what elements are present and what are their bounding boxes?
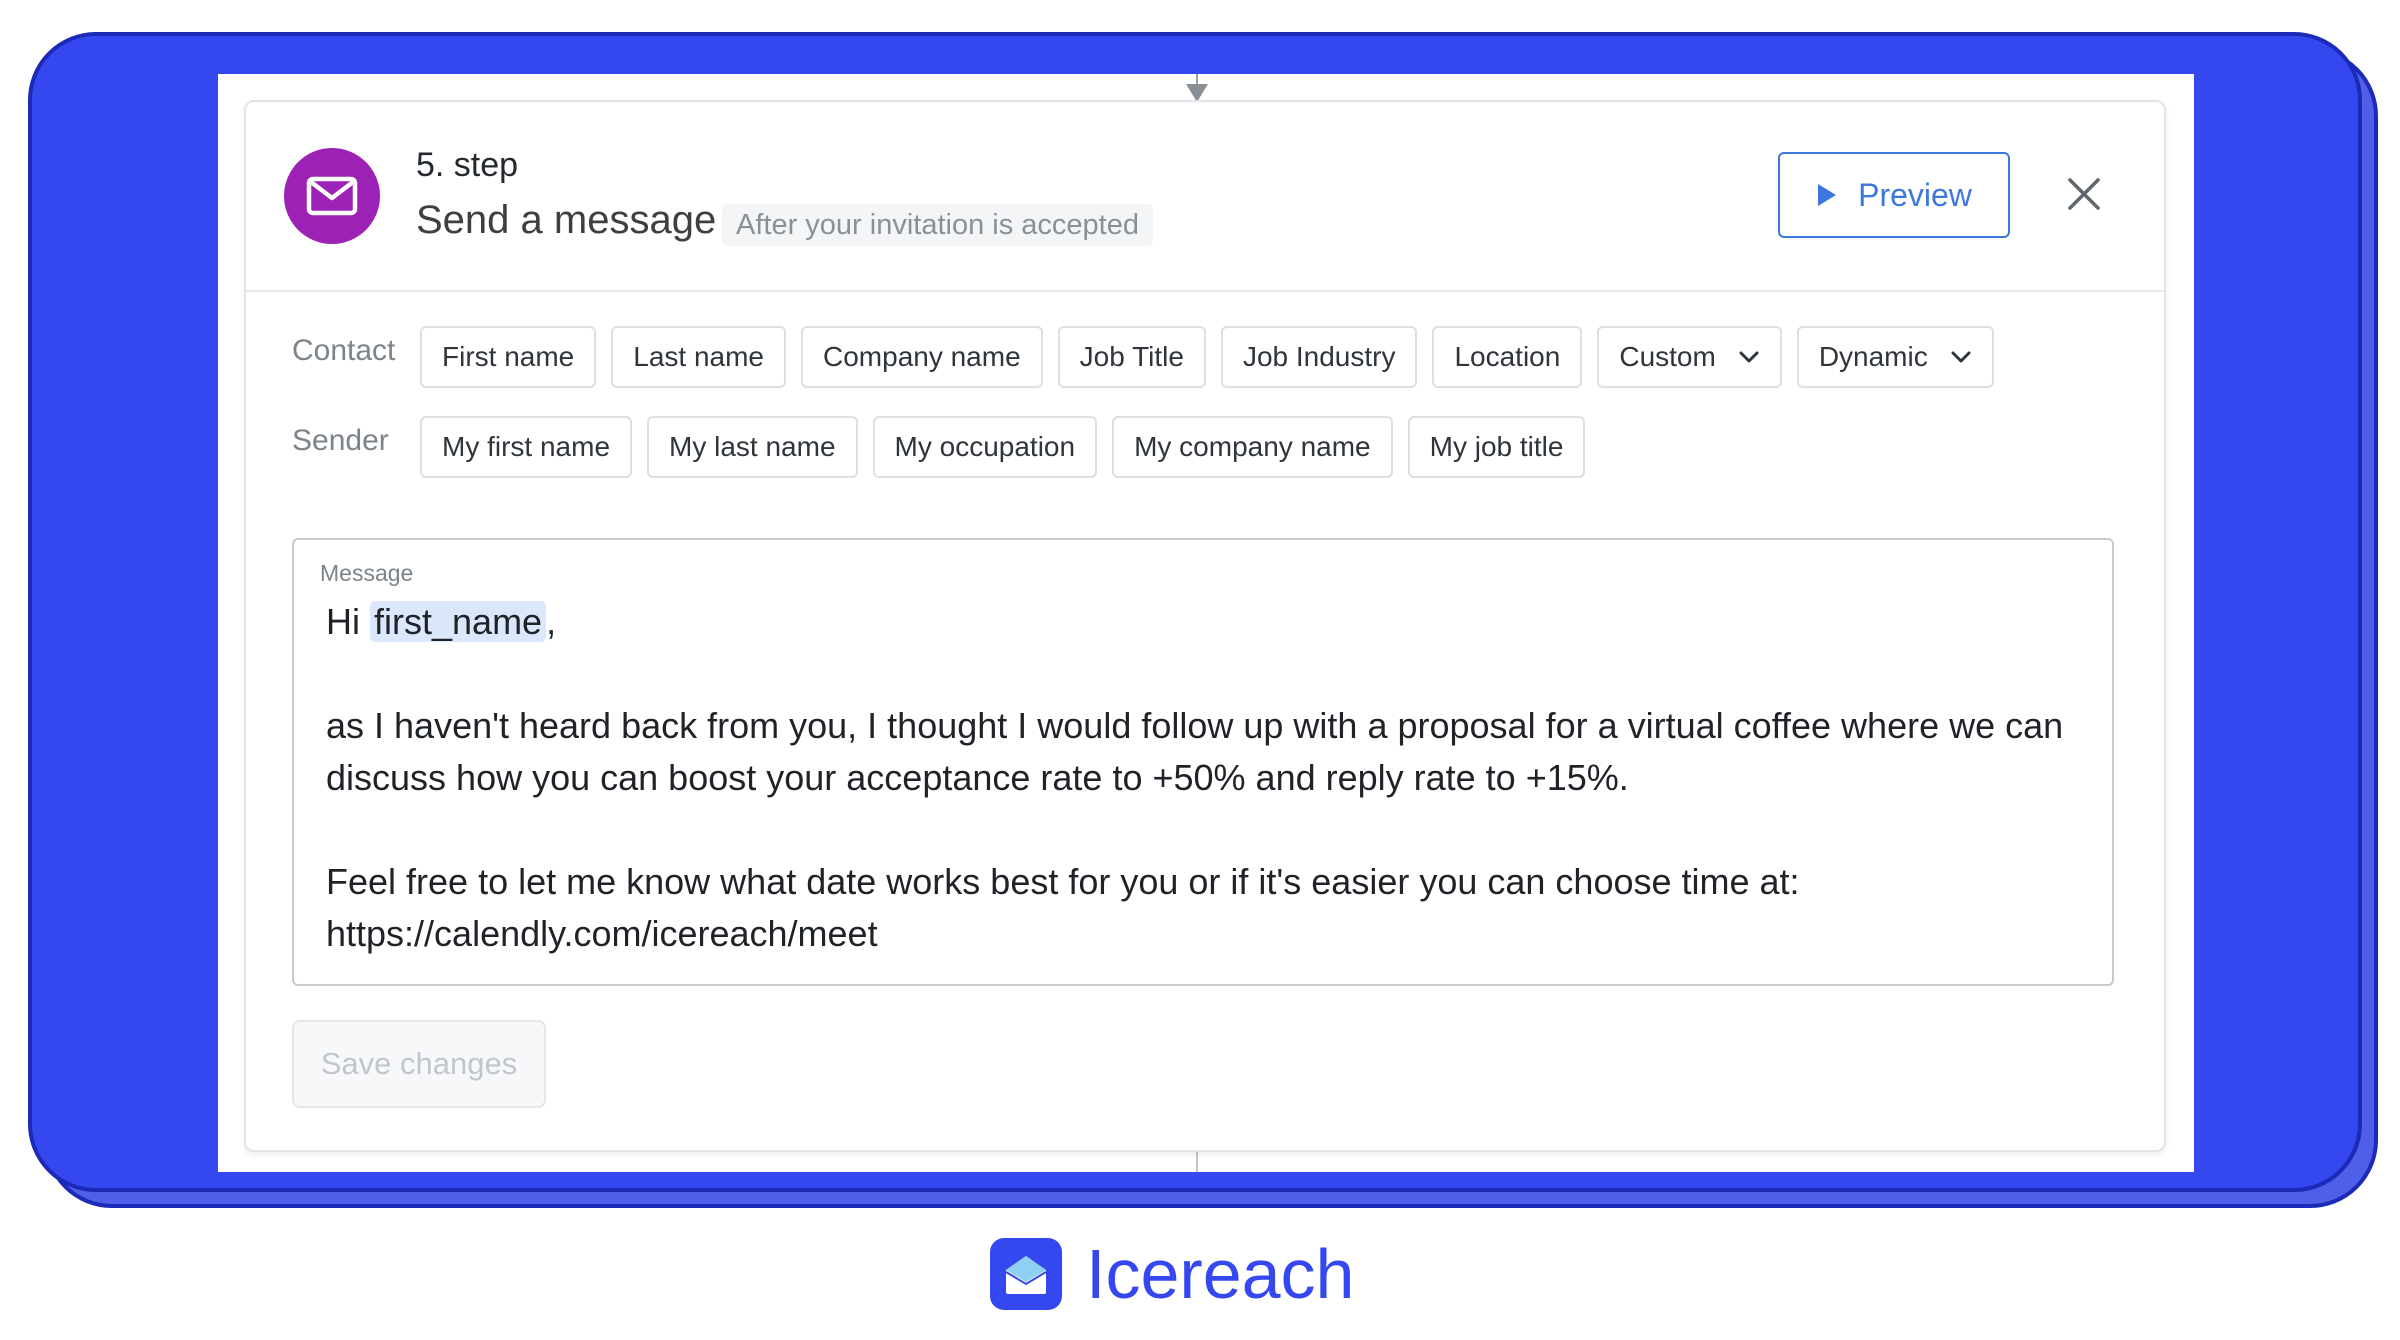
chip-job-title[interactable]: Job Title [1057, 326, 1206, 388]
mail-icon [284, 148, 380, 244]
dynamic-dropdown-label: Dynamic [1818, 341, 1928, 372]
envelope-glyph [306, 176, 358, 216]
message-body[interactable]: Hi first_name, as I haven't heard back f… [326, 596, 2086, 960]
greeting-suffix: , [546, 601, 557, 642]
brand-name: Icereach [1086, 1235, 1355, 1313]
chevron-down-icon [1739, 351, 1759, 363]
preview-label: Preview [1858, 176, 1972, 213]
message-paragraph-2: Feel free to let me know what date works… [326, 861, 1800, 954]
chip-my-job-title[interactable]: My job title [1407, 416, 1586, 478]
chip-my-company-name[interactable]: My company name [1112, 416, 1393, 478]
step-title: Send a message [416, 198, 717, 242]
greeting-text: Hi [326, 601, 360, 642]
chip-last-name[interactable]: Last name [611, 326, 786, 388]
custom-dropdown-label: Custom [1619, 341, 1716, 372]
step-card: 5. step Send a message After your invita… [244, 100, 2166, 1152]
chip-job-industry[interactable]: Job Industry [1220, 326, 1418, 388]
brand-footer: Icereach [988, 1234, 1354, 1314]
contact-variables: First name Last name Company name Job Ti… [420, 326, 1994, 388]
step-condition-badge: After your invitation is accepted [722, 204, 1153, 246]
chip-location[interactable]: Location [1432, 326, 1583, 388]
chip-my-first-name[interactable]: My first name [420, 416, 633, 478]
preview-button[interactable]: Preview [1778, 152, 2010, 238]
save-changes-button[interactable]: Save changes [292, 1020, 546, 1108]
play-icon [1818, 184, 1837, 206]
chip-my-last-name[interactable]: My last name [647, 416, 858, 478]
step-number: 5. step [416, 146, 519, 184]
chevron-down-icon [1951, 351, 1971, 363]
message-paragraph-1: as I haven't heard back from you, I thou… [326, 705, 2064, 798]
chip-my-occupation[interactable]: My occupation [872, 416, 1098, 478]
message-field[interactable]: Message Hi first_name, as I haven't hear… [292, 538, 2114, 986]
chip-first-name[interactable]: First name [420, 326, 597, 388]
chip-company-name[interactable]: Company name [801, 326, 1043, 388]
sender-label: Sender [292, 424, 389, 457]
custom-dropdown[interactable]: Custom [1597, 326, 1782, 388]
message-label: Message [320, 560, 414, 586]
sender-variables: My first name My last name My occupation… [420, 416, 1586, 478]
first-name-token[interactable]: first_name [370, 601, 547, 642]
close-icon[interactable] [2056, 166, 2112, 222]
greeting-line: Hi first_name, [326, 596, 2086, 648]
icereach-logo-icon [990, 1238, 1062, 1310]
dynamic-dropdown[interactable]: Dynamic [1796, 326, 1994, 388]
connector-line-bottom [1196, 1150, 1198, 1172]
step-header: 5. step Send a message After your invita… [246, 102, 2164, 292]
contact-label: Contact [292, 334, 396, 367]
